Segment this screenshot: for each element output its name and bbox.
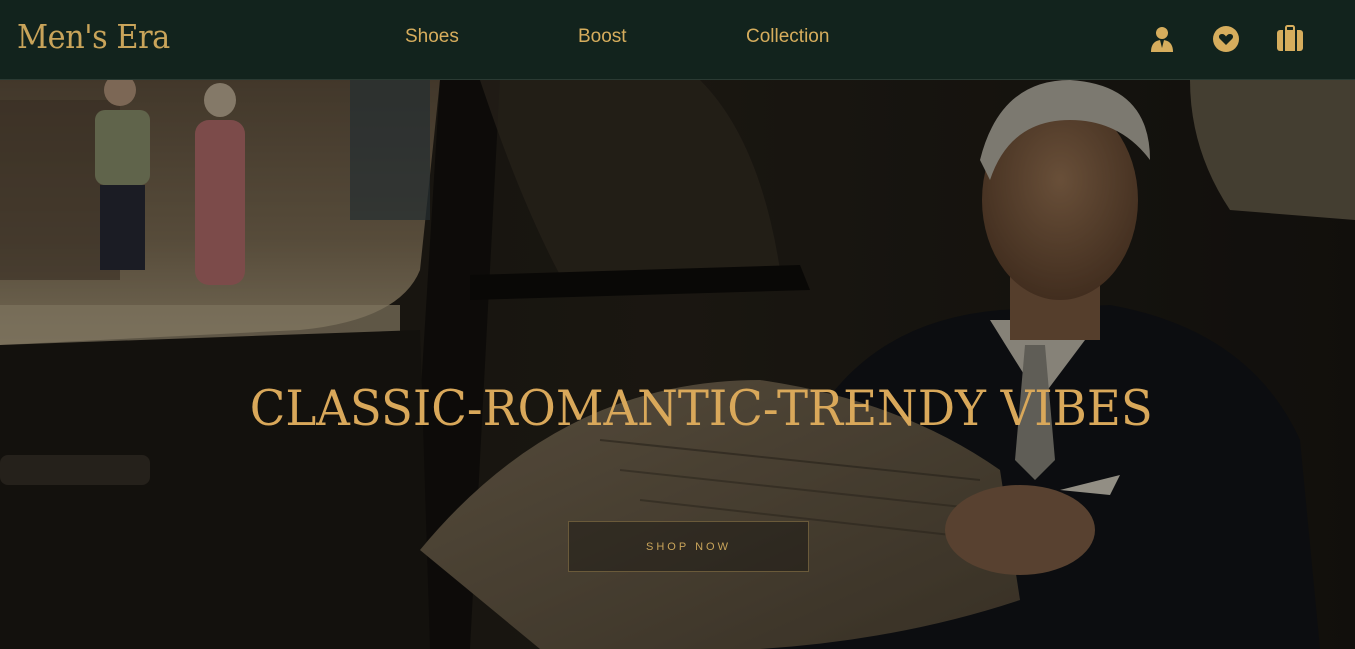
shop-now-button[interactable]: SHOP NOW: [568, 521, 809, 572]
hero-title: CLASSIC-ROMANTIC-TRENDY VIBES: [249, 380, 1153, 437]
hero-banner: CLASSIC-ROMANTIC-TRENDY VIBES SHOP NOW: [0, 80, 1355, 649]
heart-icon[interactable]: [1211, 24, 1241, 54]
nav-link-shoes[interactable]: Shoes: [405, 26, 459, 48]
brand-logo[interactable]: Men's Era: [17, 17, 170, 56]
user-icon[interactable]: [1147, 24, 1177, 54]
nav-link-collection[interactable]: Collection: [746, 26, 829, 48]
nav-link-boost[interactable]: Boost: [578, 26, 627, 48]
top-navbar: Men's Era Shoes Boost Collection: [0, 0, 1355, 80]
shopping-bag-icon[interactable]: [1275, 24, 1305, 54]
